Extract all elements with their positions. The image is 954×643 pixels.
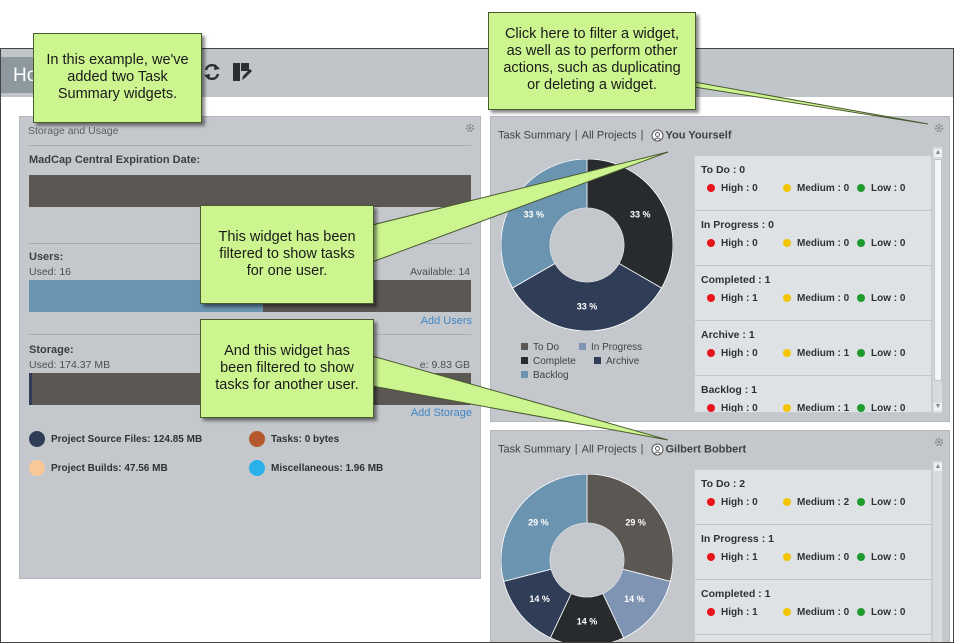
callout-line: Summary widgets.	[57, 86, 178, 102]
callout-one-user: This widget has been filtered to show ta…	[200, 205, 374, 304]
callout-line: or deleting a widget.	[527, 77, 657, 93]
callout-line: And this widget has	[224, 343, 350, 359]
callout-example: In this example, we've added two Task Su…	[33, 33, 202, 123]
callout-line: filtered to show tasks	[219, 246, 355, 262]
callout-line: actions, such as duplicating	[503, 60, 681, 76]
callout-pointer-another-user	[357, 351, 669, 441]
callout-line: tasks for another user.	[215, 377, 359, 393]
callout-filter: Click here to filter a widget, as well a…	[488, 12, 696, 110]
callout-line: been filtered to show	[220, 360, 354, 376]
callout-pointer-one-user	[359, 151, 669, 263]
callout-line: as well as to perform other	[506, 43, 678, 59]
callout-line: for one user.	[246, 263, 328, 279]
callout-line: Click here to filter a widget,	[504, 26, 680, 42]
callout-line: In this example, we've	[46, 52, 189, 68]
callout-line: added two Task	[67, 69, 168, 85]
callout-another-user: And this widget has been filtered to sho…	[200, 319, 374, 418]
callout-line: This widget has been	[218, 229, 356, 245]
